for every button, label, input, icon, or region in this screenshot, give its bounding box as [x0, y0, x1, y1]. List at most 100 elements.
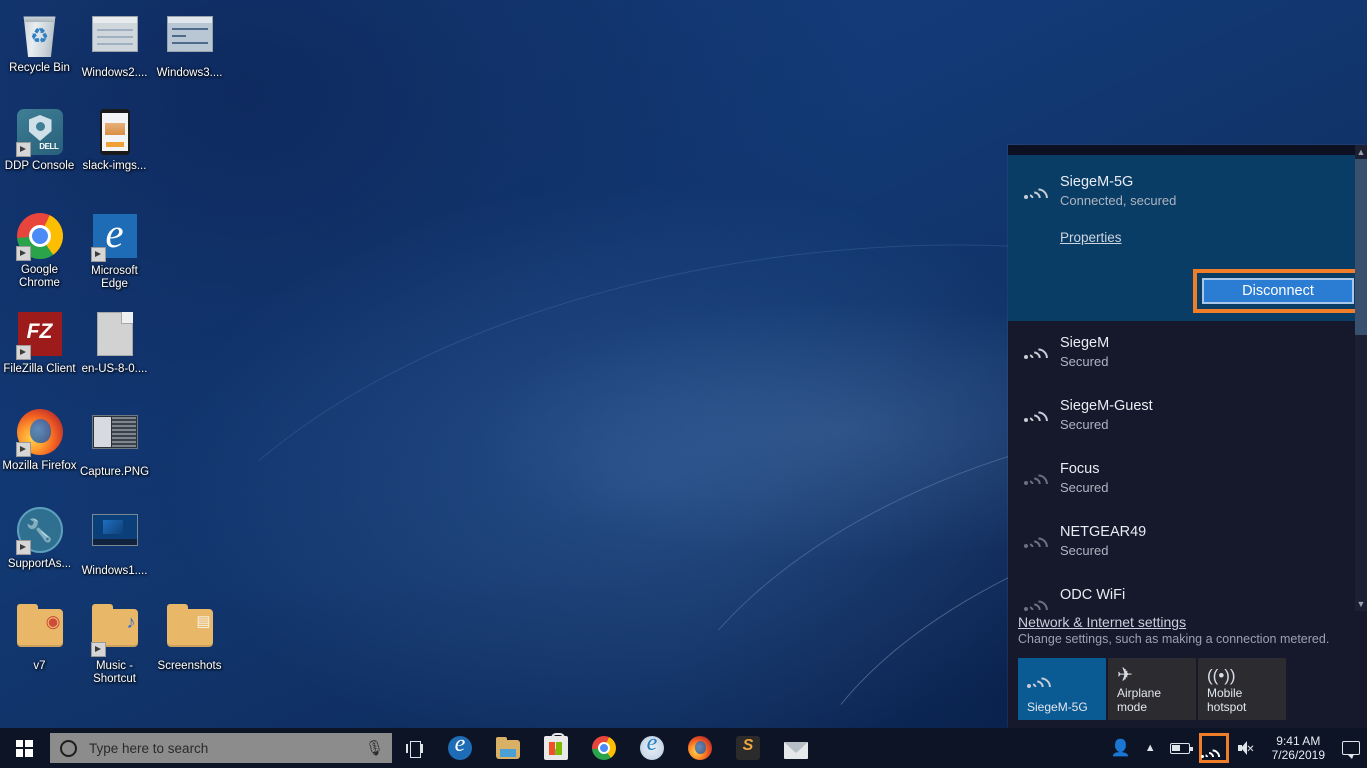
image-file-icon — [91, 514, 139, 562]
desktop-icon-v7[interactable]: ◉ v7 — [2, 604, 77, 673]
desktop-icon-label: Recycle Bin — [9, 62, 70, 74]
desktop-icon-ddp-console[interactable]: DELL DDP Console — [2, 108, 77, 173]
recycle-bin-icon — [16, 11, 64, 59]
battery-icon[interactable] — [1163, 728, 1197, 768]
desktop-icon-recycle-bin[interactable]: Recycle Bin — [2, 10, 77, 75]
sublime-text-icon — [736, 736, 760, 760]
tray-wifi-button[interactable] — [1198, 733, 1229, 768]
desktop-icon-label: Mozilla Firefox — [2, 460, 77, 472]
wifi-icon — [1027, 670, 1106, 701]
desktop-icon-label: Windows2.... — [81, 67, 148, 79]
action-center-button[interactable] — [1335, 728, 1367, 768]
desktop-icon-windows3[interactable]: Windows3.... — [152, 10, 227, 80]
mobile-hotspot-icon: ((•)) — [1207, 666, 1236, 685]
desktop-icon-windows1[interactable]: Windows1.... — [77, 506, 152, 578]
firefox-icon — [15, 409, 64, 457]
quick-tile-mobile-hotspot[interactable]: ((•)) Mobile hotspot — [1198, 658, 1286, 720]
desktop-icon-label: Microsoft Edge — [91, 265, 138, 290]
wifi-icon — [1024, 526, 1052, 561]
filezilla-icon — [15, 312, 64, 360]
taskbar-app-internet-explorer[interactable] — [628, 728, 676, 768]
connected-network-block[interactable]: SiegeM-5G Connected, secured Properties … — [1008, 155, 1367, 321]
desktop-icon-screenshots[interactable]: ▤ Screenshots — [152, 604, 227, 673]
quick-tile-wifi[interactable]: SiegeM-5G — [1018, 658, 1106, 720]
network-list-item[interactable]: ODC WiFi — [1008, 573, 1367, 624]
quick-action-tiles: SiegeM-5G ✈ Airplane mode ((•)) Mobile h… — [1008, 658, 1367, 720]
desktop-icon-support-assist[interactable]: SupportAs... — [2, 506, 77, 571]
scroll-down-icon[interactable]: ▼ — [1355, 597, 1367, 611]
network-list-item[interactable]: SiegeM Secured — [1008, 321, 1367, 384]
properties-link[interactable]: Properties — [1060, 230, 1122, 245]
task-view-icon — [405, 740, 423, 758]
disconnect-highlight-box: Disconnect — [1193, 269, 1363, 313]
taskbar-app-file-explorer[interactable] — [484, 728, 532, 768]
chrome-icon — [592, 736, 616, 760]
taskbar: Type here to search 🎙 👤 ▲ — [0, 728, 1367, 768]
desktop-icon-music-shortcut[interactable]: ♪ Music - Shortcut — [77, 604, 152, 686]
desktop-icon-google-chrome[interactable]: Google Chrome — [2, 212, 77, 290]
task-view-button[interactable] — [392, 728, 436, 768]
desktop-icon-windows2[interactable]: Windows2.... — [77, 10, 152, 80]
desktop-icon-label: slack-imgs... — [82, 160, 147, 172]
taskbar-app-microsoft-store[interactable] — [532, 728, 580, 768]
start-button[interactable] — [0, 728, 48, 768]
taskbar-app-mozilla-firefox[interactable] — [676, 728, 724, 768]
wifi-icon — [1200, 742, 1227, 768]
taskbar-app-mail[interactable] — [772, 728, 820, 768]
support-assist-icon — [15, 507, 64, 555]
network-name: Focus — [1060, 461, 1100, 477]
clock[interactable]: 9:41 AM 7/26/2019 — [1262, 734, 1335, 762]
network-list-item[interactable]: SiegeM-Guest Secured — [1008, 384, 1367, 447]
taskbar-app-sublime-text[interactable] — [724, 728, 772, 768]
desktop-icon-microsoft-edge[interactable]: Microsoft Edge — [77, 209, 152, 291]
document-file-icon — [91, 312, 139, 360]
desktop-icon-filezilla-client[interactable]: FileZilla Client — [2, 310, 77, 376]
search-input[interactable]: Type here to search 🎙 — [50, 733, 392, 763]
desktop-icon-slack-imgs[interactable]: slack-imgs... — [77, 108, 152, 173]
quick-tile-label: Airplane mode — [1117, 686, 1162, 714]
clock-time: 9:41 AM — [1276, 734, 1321, 748]
wifi-icon — [1024, 589, 1052, 624]
search-placeholder: Type here to search — [89, 740, 209, 756]
desktop-icon-label: Google Chrome — [19, 264, 60, 289]
scroll-up-icon[interactable]: ▲ — [1355, 145, 1367, 159]
network-name: SiegeM-Guest — [1060, 398, 1153, 414]
edge-icon — [448, 731, 472, 760]
flyout-top-strip — [1008, 145, 1367, 155]
quick-tile-airplane-mode[interactable]: ✈ Airplane mode — [1108, 658, 1196, 720]
folder-icon: ▤ — [166, 604, 214, 657]
edge-icon — [90, 209, 139, 262]
connected-network-name: SiegeM-5G — [1060, 174, 1134, 190]
file-explorer-icon — [496, 737, 520, 759]
chevron-up-icon[interactable]: ▲ — [1138, 728, 1163, 768]
desktop-icon-en-us-8-0[interactable]: en-US-8-0.... — [77, 310, 152, 376]
cortana-circle-icon — [60, 739, 77, 757]
desktop-icon-label: SupportAs... — [7, 558, 72, 570]
desktop: Recycle Bin Windows2.... Windows3.... — [0, 0, 1367, 768]
scrollbar-thumb[interactable] — [1355, 159, 1367, 335]
wifi-icon — [1024, 400, 1052, 435]
internet-explorer-icon — [640, 730, 664, 760]
speaker-muted-icon[interactable]: ✕ — [1231, 728, 1262, 768]
desktop-icon-mozilla-firefox[interactable]: Mozilla Firefox — [2, 408, 77, 473]
taskbar-app-microsoft-edge[interactable] — [436, 728, 484, 768]
taskbar-app-google-chrome[interactable] — [580, 728, 628, 768]
wifi-icon — [1024, 463, 1052, 498]
airplane-icon: ✈ — [1117, 665, 1133, 686]
desktop-icon-label: FileZilla Client — [3, 363, 76, 375]
network-status: Secured — [1060, 543, 1109, 558]
disconnect-button[interactable]: Disconnect — [1202, 278, 1354, 304]
desktop-icon-capture-png[interactable]: Capture.PNG — [77, 408, 152, 479]
network-list-item[interactable]: NETGEAR49 Secured — [1008, 510, 1367, 573]
flyout-scrollbar[interactable]: ▲ ▼ — [1355, 145, 1367, 611]
settings-description: Change settings, such as making a connec… — [1018, 632, 1330, 646]
network-status: Secured — [1060, 417, 1109, 432]
microphone-icon[interactable]: 🎙 — [365, 739, 384, 757]
microsoft-store-icon — [544, 733, 568, 760]
desktop-icon-label: Music - Shortcut — [93, 660, 136, 685]
desktop-icon-label: Screenshots — [157, 660, 222, 672]
desktop-icon-label: v7 — [33, 660, 46, 672]
network-internet-settings-link[interactable]: Network & Internet settings — [1018, 614, 1367, 630]
network-list-item[interactable]: Focus Secured — [1008, 447, 1367, 510]
people-icon[interactable]: 👤 — [1104, 728, 1138, 768]
